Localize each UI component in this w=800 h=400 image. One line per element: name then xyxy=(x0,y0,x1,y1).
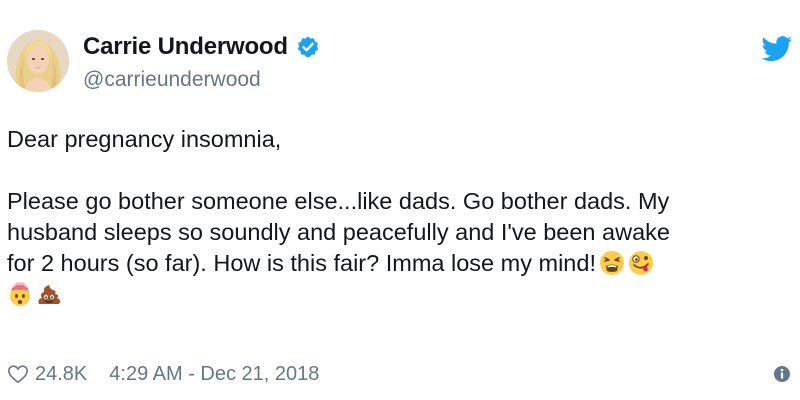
info-icon[interactable] xyxy=(772,364,792,384)
zany-face-emoji xyxy=(628,250,654,276)
like-count[interactable]: 24.8K xyxy=(35,363,87,386)
heart-icon[interactable] xyxy=(7,363,29,385)
tweet-timestamp[interactable]: 4:29 AM - Dec 21, 2018 xyxy=(109,363,319,386)
twitter-bird-icon[interactable] xyxy=(761,36,793,62)
tweet-body: Dear pregnancy insomnia, Please go bothe… xyxy=(7,124,792,310)
tweet-text-line-4-text: for 2 hours (so far). How is this fair? … xyxy=(7,250,596,276)
weary-face-emoji xyxy=(599,250,625,276)
tweet-card: Carrie Underwood @carrieunderwood Dear p… xyxy=(0,0,800,400)
tweet-text-line-1: Dear pregnancy insomnia, xyxy=(7,126,282,152)
avatar[interactable] xyxy=(7,30,69,92)
author-display-name[interactable]: Carrie Underwood xyxy=(83,33,288,61)
exploding-head-emoji xyxy=(7,281,33,307)
tweet-text-line-3: husband sleeps so soundly and peacefully… xyxy=(7,219,670,245)
pile-of-poo-emoji xyxy=(36,281,62,307)
verified-badge-icon xyxy=(296,35,320,59)
tweet-footer: 24.8K 4:29 AM - Dec 21, 2018 xyxy=(7,360,792,388)
tweet-text-line-5 xyxy=(7,279,792,310)
author-handle[interactable]: @carrieunderwood xyxy=(83,68,261,92)
author-name-row: Carrie Underwood xyxy=(83,33,320,61)
tweet-text-line-2: Please go bother someone else...like dad… xyxy=(7,188,670,214)
tweet-text-line-4: for 2 hours (so far). How is this fair? … xyxy=(7,248,792,279)
